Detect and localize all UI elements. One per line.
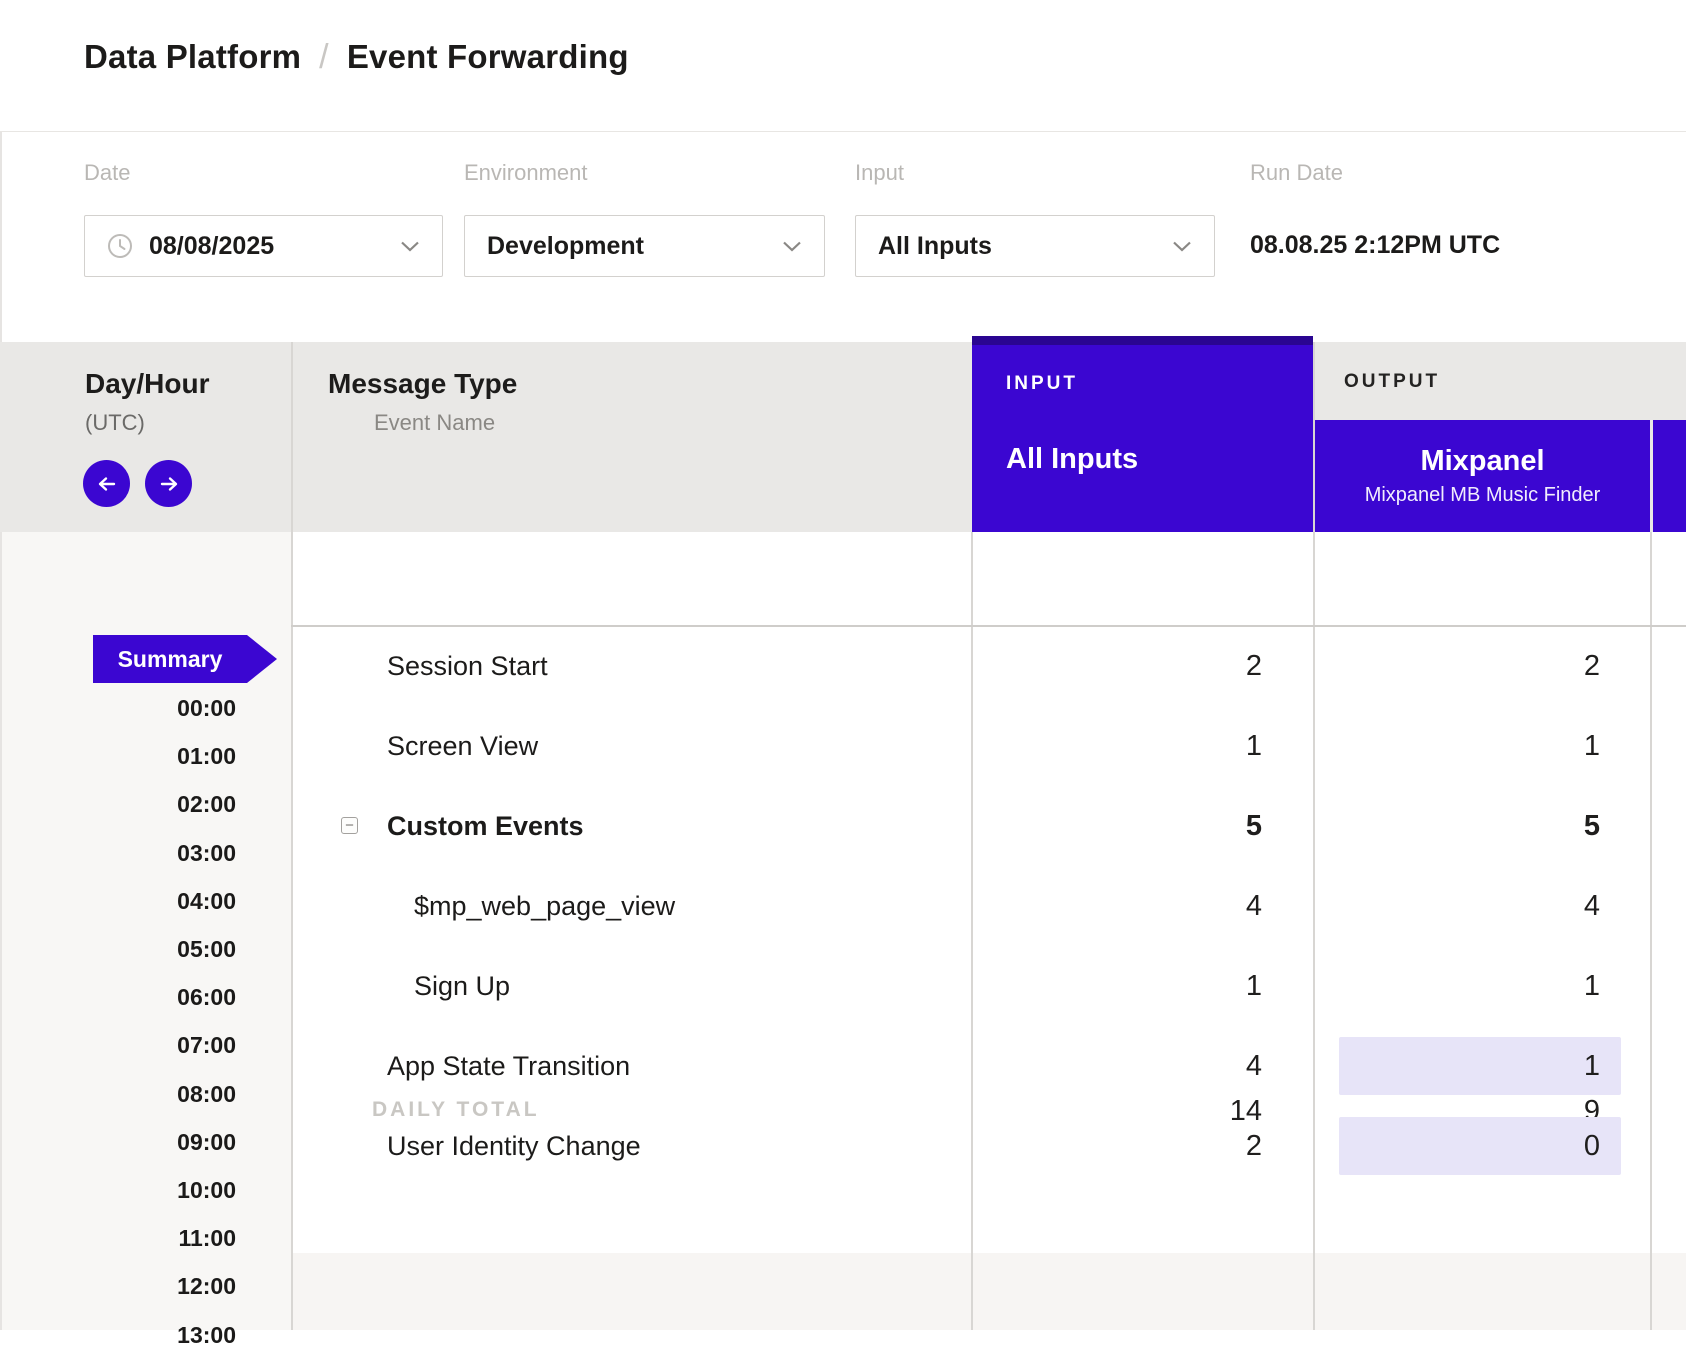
previous-day-button[interactable]	[83, 460, 130, 507]
environment-dropdown[interactable]: Development	[464, 215, 825, 277]
table-footer-band	[291, 1253, 1686, 1330]
hour-row-label[interactable]: 09:00	[0, 1129, 236, 1156]
breadcrumb-separator: /	[319, 38, 329, 77]
table-row: User Identity Change 20	[0, 1106, 1686, 1186]
summary-tab-label: Summary	[93, 635, 247, 683]
arrow-right-icon	[157, 472, 181, 496]
hour-row-label[interactable]: 01:00	[0, 743, 236, 770]
input-column-header[interactable]: INPUT All Inputs	[972, 336, 1313, 532]
hour-row-label[interactable]: 11:00	[0, 1225, 236, 1252]
environment-filter-label: Environment	[464, 160, 588, 186]
arrow-left-icon	[95, 472, 119, 496]
hour-row-label[interactable]: 05:00	[0, 936, 236, 963]
hour-row-label[interactable]: 08:00	[0, 1081, 236, 1108]
output-column-name: Mixpanel	[1420, 445, 1544, 478]
event-row-label: User Identity Change	[387, 1106, 641, 1186]
input-column-name: All Inputs	[1006, 443, 1138, 476]
event-row-label: Custom Events	[387, 786, 584, 866]
event-row-label: $mp_web_page_view	[414, 866, 675, 946]
output-column-subtitle: Mixpanel MB Music Finder	[1365, 484, 1601, 507]
hour-row-label[interactable]: 06:00	[0, 984, 236, 1011]
input-filter-label: Input	[855, 160, 904, 186]
hour-row-label[interactable]: 12:00	[0, 1273, 236, 1300]
output-cell-value: 1	[1315, 1026, 1600, 1106]
date-value: 08/08/2025	[149, 232, 274, 261]
run-date-label: Run Date	[1250, 160, 1343, 186]
output-section-label: OUTPUT	[1344, 371, 1440, 393]
day-hour-header: Day/Hour	[85, 368, 209, 400]
table-row: − Custom Events 55	[0, 786, 1686, 866]
event-row-label: App State Transition	[387, 1026, 630, 1106]
output-cell-value: 2	[1315, 626, 1600, 706]
input-cell-value: 1	[971, 946, 1262, 1026]
breadcrumb-bar: Data Platform / Event Forwarding	[0, 0, 1686, 132]
message-type-header: Message Type	[328, 368, 517, 400]
output-cell-value: 5	[1315, 786, 1600, 866]
environment-value: Development	[487, 232, 644, 261]
event-row-label: Screen View	[387, 706, 538, 786]
hour-row-label[interactable]: 02:00	[0, 791, 236, 818]
hour-row-label[interactable]: 03:00	[0, 840, 236, 867]
output-cell-value: 1	[1315, 706, 1600, 786]
input-dropdown[interactable]: All Inputs	[855, 215, 1215, 277]
table-row: Screen View 11	[0, 706, 1686, 786]
breadcrumb: Data Platform / Event Forwarding	[84, 38, 629, 77]
chevron-down-icon	[782, 241, 802, 252]
hour-row-label[interactable]: 04:00	[0, 888, 236, 915]
date-dropdown[interactable]: 08/08/2025	[84, 215, 443, 277]
breadcrumb-section[interactable]: Data Platform	[84, 38, 301, 76]
input-cell-value: 4	[971, 866, 1262, 946]
summary-tab-arrow	[247, 635, 277, 683]
hour-row-label[interactable]: 00:00	[0, 695, 236, 722]
input-cell-value: 4	[971, 1026, 1262, 1106]
input-section-label: INPUT	[1006, 373, 1078, 395]
collapse-icon[interactable]: −	[341, 817, 358, 834]
clock-icon	[107, 233, 133, 259]
output-column-header-mixpanel[interactable]: Mixpanel Mixpanel MB Music Finder	[1315, 420, 1650, 532]
day-hour-subtitle: (UTC)	[85, 410, 145, 436]
chevron-down-icon	[400, 241, 420, 252]
event-row-label: Sign Up	[414, 946, 510, 1026]
input-value: All Inputs	[878, 232, 992, 261]
page-title: Event Forwarding	[347, 38, 629, 76]
output-cell-value: 0	[1315, 1106, 1600, 1186]
run-date-value: 08.08.25 2:12PM UTC	[1250, 231, 1500, 260]
input-cell-value: 1	[971, 706, 1262, 786]
event-row-label: Session Start	[387, 626, 548, 706]
chevron-down-icon	[1172, 241, 1192, 252]
event-name-subheader: Event Name	[374, 410, 495, 436]
daily-total-row: DAILY TOTAL 14 9	[0, 532, 1686, 626]
input-cell-value: 2	[971, 626, 1262, 706]
hour-row-label[interactable]: 10:00	[0, 1177, 236, 1204]
table-row: Sign Up 11	[0, 946, 1686, 1026]
hour-row-label[interactable]: 13:00	[0, 1322, 236, 1349]
output-column-header-partial[interactable]	[1653, 420, 1686, 532]
table-row: $mp_web_page_view 44	[0, 866, 1686, 946]
next-day-button[interactable]	[145, 460, 192, 507]
input-cell-value: 5	[971, 786, 1262, 866]
table-row: App State Transition 41	[0, 1026, 1686, 1106]
output-cell-value: 4	[1315, 866, 1600, 946]
hour-row-label[interactable]: 07:00	[0, 1032, 236, 1059]
output-cell-value: 1	[1315, 946, 1600, 1026]
date-filter-label: Date	[84, 160, 130, 186]
input-cell-value: 2	[971, 1106, 1262, 1186]
